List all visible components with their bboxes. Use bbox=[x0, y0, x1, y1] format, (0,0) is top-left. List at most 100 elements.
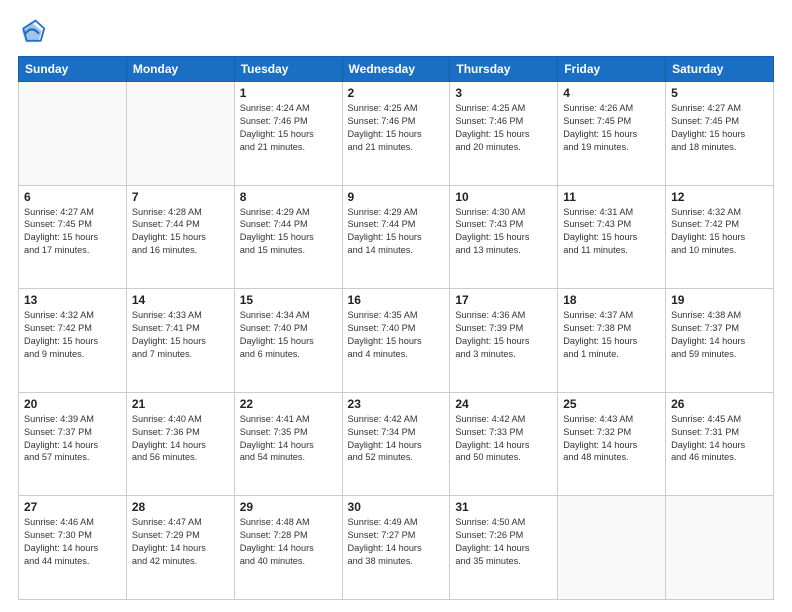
cell-info: Sunrise: 4:34 AMSunset: 7:40 PMDaylight:… bbox=[240, 309, 337, 361]
calendar-cell: 13 Sunrise: 4:32 AMSunset: 7:42 PMDayligh… bbox=[19, 289, 127, 393]
day-number: 19 bbox=[671, 293, 768, 307]
day-number: 12 bbox=[671, 190, 768, 204]
day-number: 5 bbox=[671, 86, 768, 100]
cell-info: Sunrise: 4:49 AMSunset: 7:27 PMDaylight:… bbox=[348, 516, 445, 568]
calendar-cell: 3 Sunrise: 4:25 AMSunset: 7:46 PMDaylight… bbox=[450, 82, 558, 186]
calendar-cell: 23Sunrise: 4:42 AMSunset: 7:34 PMDayligh… bbox=[342, 392, 450, 496]
day-number: 2 bbox=[348, 86, 445, 100]
day-number: 25 bbox=[563, 397, 660, 411]
day-header-friday: Friday bbox=[558, 57, 666, 82]
day-header-thursday: Thursday bbox=[450, 57, 558, 82]
cell-info: Sunrise: 4:38 AMSunset: 7:37 PMDaylight:… bbox=[671, 309, 768, 361]
calendar-cell: 10 Sunrise: 4:30 AMSunset: 7:43 PMDayligh… bbox=[450, 185, 558, 289]
day-number: 29 bbox=[240, 500, 337, 514]
cell-info: Sunrise: 4:41 AMSunset: 7:35 PMDaylight:… bbox=[240, 413, 337, 465]
cell-info: Sunrise: 4:37 AMSunset: 7:38 PMDaylight:… bbox=[563, 309, 660, 361]
day-number: 8 bbox=[240, 190, 337, 204]
calendar-cell: 16Sunrise: 4:35 AMSunset: 7:40 PMDayligh… bbox=[342, 289, 450, 393]
calendar-cell: 26 Sunrise: 4:45 AMSunset: 7:31 PMDayligh… bbox=[666, 392, 774, 496]
cell-info: Sunrise: 4:32 AMSunset: 7:42 PMDaylight:… bbox=[671, 206, 768, 258]
cell-info: Sunrise: 4:31 AMSunset: 7:43 PMDaylight:… bbox=[563, 206, 660, 258]
day-header-wednesday: Wednesday bbox=[342, 57, 450, 82]
page: SundayMondayTuesdayWednesdayThursdayFrid… bbox=[0, 0, 792, 612]
calendar-cell bbox=[558, 496, 666, 600]
calendar-cell: 1 Sunrise: 4:24 AMSunset: 7:46 PMDaylight… bbox=[234, 82, 342, 186]
cell-info: Sunrise: 4:32 AMSunset: 7:42 PMDaylight:… bbox=[24, 309, 121, 361]
day-number: 22 bbox=[240, 397, 337, 411]
calendar-cell: 8 Sunrise: 4:29 AMSunset: 7:44 PMDaylight… bbox=[234, 185, 342, 289]
calendar-week-3: 13 Sunrise: 4:32 AMSunset: 7:42 PMDayligh… bbox=[19, 289, 774, 393]
calendar-cell: 17 Sunrise: 4:36 AMSunset: 7:39 PMDayligh… bbox=[450, 289, 558, 393]
logo-icon bbox=[18, 18, 46, 46]
cell-info: Sunrise: 4:39 AMSunset: 7:37 PMDaylight:… bbox=[24, 413, 121, 465]
calendar-cell: 20 Sunrise: 4:39 AMSunset: 7:37 PMDayligh… bbox=[19, 392, 127, 496]
day-number: 27 bbox=[24, 500, 121, 514]
day-number: 18 bbox=[563, 293, 660, 307]
header bbox=[18, 18, 774, 46]
calendar-cell: 27 Sunrise: 4:46 AMSunset: 7:30 PMDayligh… bbox=[19, 496, 127, 600]
day-header-saturday: Saturday bbox=[666, 57, 774, 82]
cell-info: Sunrise: 4:50 AMSunset: 7:26 PMDaylight:… bbox=[455, 516, 552, 568]
day-number: 20 bbox=[24, 397, 121, 411]
cell-info: Sunrise: 4:30 AMSunset: 7:43 PMDaylight:… bbox=[455, 206, 552, 258]
day-number: 6 bbox=[24, 190, 121, 204]
calendar-cell: 28Sunrise: 4:47 AMSunset: 7:29 PMDayligh… bbox=[126, 496, 234, 600]
day-number: 10 bbox=[455, 190, 552, 204]
day-number: 13 bbox=[24, 293, 121, 307]
day-number: 17 bbox=[455, 293, 552, 307]
calendar-cell bbox=[666, 496, 774, 600]
cell-info: Sunrise: 4:26 AMSunset: 7:45 PMDaylight:… bbox=[563, 102, 660, 154]
cell-info: Sunrise: 4:33 AMSunset: 7:41 PMDaylight:… bbox=[132, 309, 229, 361]
day-number: 14 bbox=[132, 293, 229, 307]
cell-info: Sunrise: 4:43 AMSunset: 7:32 PMDaylight:… bbox=[563, 413, 660, 465]
cell-info: Sunrise: 4:27 AMSunset: 7:45 PMDaylight:… bbox=[671, 102, 768, 154]
cell-info: Sunrise: 4:29 AMSunset: 7:44 PMDaylight:… bbox=[240, 206, 337, 258]
calendar-cell: 12 Sunrise: 4:32 AMSunset: 7:42 PMDayligh… bbox=[666, 185, 774, 289]
calendar-cell: 15Sunrise: 4:34 AMSunset: 7:40 PMDayligh… bbox=[234, 289, 342, 393]
calendar-cell: 18 Sunrise: 4:37 AMSunset: 7:38 PMDayligh… bbox=[558, 289, 666, 393]
calendar-cell: 31 Sunrise: 4:50 AMSunset: 7:26 PMDayligh… bbox=[450, 496, 558, 600]
calendar-cell: 24 Sunrise: 4:42 AMSunset: 7:33 PMDayligh… bbox=[450, 392, 558, 496]
cell-info: Sunrise: 4:36 AMSunset: 7:39 PMDaylight:… bbox=[455, 309, 552, 361]
calendar-week-1: 1 Sunrise: 4:24 AMSunset: 7:46 PMDaylight… bbox=[19, 82, 774, 186]
calendar-cell: 25 Sunrise: 4:43 AMSunset: 7:32 PMDayligh… bbox=[558, 392, 666, 496]
calendar-header-row: SundayMondayTuesdayWednesdayThursdayFrid… bbox=[19, 57, 774, 82]
cell-info: Sunrise: 4:24 AMSunset: 7:46 PMDaylight:… bbox=[240, 102, 337, 154]
cell-info: Sunrise: 4:42 AMSunset: 7:33 PMDaylight:… bbox=[455, 413, 552, 465]
calendar-cell: 7Sunrise: 4:28 AMSunset: 7:44 PMDaylight… bbox=[126, 185, 234, 289]
day-number: 1 bbox=[240, 86, 337, 100]
cell-info: Sunrise: 4:25 AMSunset: 7:46 PMDaylight:… bbox=[455, 102, 552, 154]
cell-info: Sunrise: 4:46 AMSunset: 7:30 PMDaylight:… bbox=[24, 516, 121, 568]
day-header-monday: Monday bbox=[126, 57, 234, 82]
calendar-cell: 29 Sunrise: 4:48 AMSunset: 7:28 PMDayligh… bbox=[234, 496, 342, 600]
cell-info: Sunrise: 4:29 AMSunset: 7:44 PMDaylight:… bbox=[348, 206, 445, 258]
cell-info: Sunrise: 4:35 AMSunset: 7:40 PMDaylight:… bbox=[348, 309, 445, 361]
cell-info: Sunrise: 4:25 AMSunset: 7:46 PMDaylight:… bbox=[348, 102, 445, 154]
calendar-cell bbox=[126, 82, 234, 186]
calendar-week-5: 27 Sunrise: 4:46 AMSunset: 7:30 PMDayligh… bbox=[19, 496, 774, 600]
day-number: 4 bbox=[563, 86, 660, 100]
calendar-cell: 19 Sunrise: 4:38 AMSunset: 7:37 PMDayligh… bbox=[666, 289, 774, 393]
day-number: 9 bbox=[348, 190, 445, 204]
calendar-cell: 14 Sunrise: 4:33 AMSunset: 7:41 PMDayligh… bbox=[126, 289, 234, 393]
day-number: 11 bbox=[563, 190, 660, 204]
day-number: 31 bbox=[455, 500, 552, 514]
day-number: 24 bbox=[455, 397, 552, 411]
day-number: 3 bbox=[455, 86, 552, 100]
cell-info: Sunrise: 4:42 AMSunset: 7:34 PMDaylight:… bbox=[348, 413, 445, 465]
calendar-cell: 5 Sunrise: 4:27 AMSunset: 7:45 PMDaylight… bbox=[666, 82, 774, 186]
calendar-week-4: 20 Sunrise: 4:39 AMSunset: 7:37 PMDayligh… bbox=[19, 392, 774, 496]
cell-info: Sunrise: 4:47 AMSunset: 7:29 PMDaylight:… bbox=[132, 516, 229, 568]
calendar-cell: 4 Sunrise: 4:26 AMSunset: 7:45 PMDaylight… bbox=[558, 82, 666, 186]
calendar-cell: 21Sunrise: 4:40 AMSunset: 7:36 PMDayligh… bbox=[126, 392, 234, 496]
calendar-cell: 2 Sunrise: 4:25 AMSunset: 7:46 PMDaylight… bbox=[342, 82, 450, 186]
calendar-cell: 22 Sunrise: 4:41 AMSunset: 7:35 PMDayligh… bbox=[234, 392, 342, 496]
cell-info: Sunrise: 4:45 AMSunset: 7:31 PMDaylight:… bbox=[671, 413, 768, 465]
cell-info: Sunrise: 4:48 AMSunset: 7:28 PMDaylight:… bbox=[240, 516, 337, 568]
calendar-table: SundayMondayTuesdayWednesdayThursdayFrid… bbox=[18, 56, 774, 600]
calendar-cell: 30 Sunrise: 4:49 AMSunset: 7:27 PMDayligh… bbox=[342, 496, 450, 600]
day-number: 30 bbox=[348, 500, 445, 514]
calendar-cell: 9 Sunrise: 4:29 AMSunset: 7:44 PMDaylight… bbox=[342, 185, 450, 289]
day-number: 26 bbox=[671, 397, 768, 411]
day-header-sunday: Sunday bbox=[19, 57, 127, 82]
